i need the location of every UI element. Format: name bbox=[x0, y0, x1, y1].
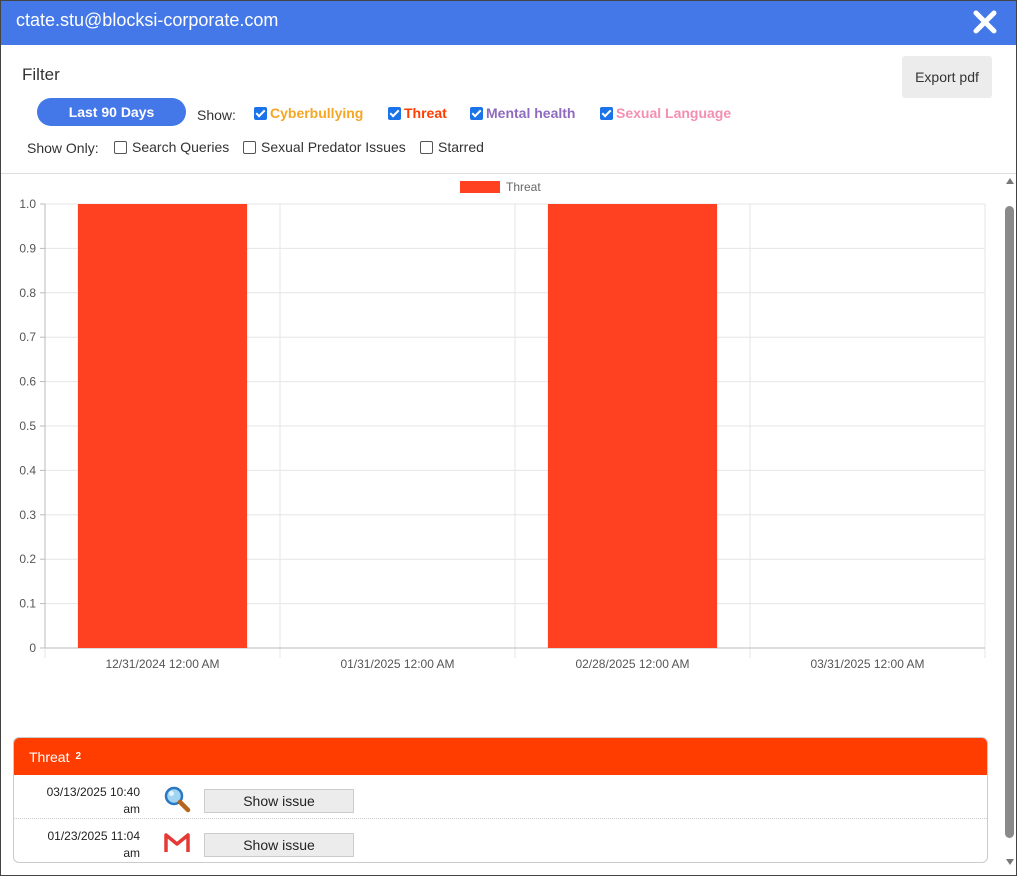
cyberbullying-label: Cyberbullying bbox=[270, 105, 364, 121]
gmail-icon bbox=[164, 833, 190, 852]
y-tick-label: 0.4 bbox=[19, 463, 36, 477]
scrollbar[interactable] bbox=[1003, 174, 1016, 869]
category-threat[interactable]: Threat bbox=[388, 105, 447, 121]
sexual-language-checkbox[interactable] bbox=[600, 106, 613, 120]
y-tick-label: 0.5 bbox=[19, 419, 36, 433]
issue-timestamp: 01/23/2025 11:04 am bbox=[34, 828, 140, 862]
chart-bar bbox=[547, 204, 718, 648]
x-tick-label: 01/31/2025 12:00 AM bbox=[340, 657, 454, 671]
threat-label: Threat bbox=[404, 105, 447, 121]
issue-date: 01/23/2025 11:04 bbox=[47, 829, 140, 843]
x-tick-label: 02/28/2025 12:00 AM bbox=[575, 657, 689, 671]
mental-health-checkbox[interactable] bbox=[470, 106, 483, 120]
filter-panel: Filter Export pdf Last 90 Days Show: Cyb… bbox=[1, 45, 1016, 173]
issue-ampm: am bbox=[123, 802, 140, 816]
search-queries-label: Search Queries bbox=[132, 139, 230, 155]
option-starred[interactable]: Starred bbox=[420, 139, 484, 155]
sexual-predator-label: Sexual Predator Issues bbox=[261, 139, 406, 155]
threat-bar-chart: 0 0.1 0.2 0.3 0.4 0.5 0.6 0.7 0.8 0.9 1.0 12/31/202… bbox=[19, 180, 986, 671]
y-tick-label: 0.8 bbox=[19, 286, 36, 300]
close-icon[interactable] bbox=[972, 9, 998, 35]
starred-checkbox[interactable] bbox=[420, 140, 433, 154]
category-sexual-language[interactable]: Sexual Language bbox=[600, 105, 731, 121]
show-issue-button[interactable]: Show issue bbox=[204, 833, 354, 857]
y-tick-label: 0.9 bbox=[19, 241, 36, 255]
search-icon bbox=[164, 786, 191, 813]
option-sexual-predator-issues[interactable]: Sexual Predator Issues bbox=[243, 139, 406, 155]
legend-swatch bbox=[460, 181, 500, 193]
mental-health-label: Mental health bbox=[486, 105, 576, 121]
legend-label: Threat bbox=[506, 180, 541, 194]
starred-label: Starred bbox=[438, 139, 484, 155]
date-range-button[interactable]: Last 90 Days bbox=[37, 98, 186, 126]
scrollbar-thumb[interactable] bbox=[1005, 206, 1014, 838]
search-queries-checkbox[interactable] bbox=[114, 140, 127, 154]
export-pdf-button[interactable]: Export pdf bbox=[902, 56, 992, 98]
scroll-up-arrow-icon[interactable] bbox=[1006, 178, 1014, 184]
category-cyberbullying[interactable]: Cyberbullying bbox=[254, 105, 363, 121]
y-tick-label: 0.6 bbox=[19, 375, 36, 389]
y-tick-label: 1.0 bbox=[19, 197, 36, 211]
issue-panel-header: Threat 2 bbox=[14, 738, 987, 775]
title-bar: ctate.stu@blocksi-corporate.com bbox=[1, 1, 1016, 45]
issue-panel-title: Threat bbox=[29, 748, 70, 765]
window-title: ctate.stu@blocksi-corporate.com bbox=[16, 10, 279, 30]
show-only-label: Show Only: bbox=[27, 140, 99, 156]
chart-bar bbox=[77, 204, 248, 648]
scroll-down-arrow-icon[interactable] bbox=[1006, 859, 1014, 865]
cyberbullying-checkbox[interactable] bbox=[254, 106, 267, 120]
issue-ampm: am bbox=[123, 846, 140, 860]
filter-title: Filter bbox=[22, 65, 60, 84]
issue-date: 03/13/2025 10:40 bbox=[46, 785, 140, 799]
x-tick-label: 03/31/2025 12:00 AM bbox=[810, 657, 924, 671]
issue-panel: Threat 2 03/13/2025 10:40 am Show issue … bbox=[13, 737, 988, 863]
sexual-predator-checkbox[interactable] bbox=[243, 140, 256, 154]
y-tick-label: 0.2 bbox=[19, 552, 36, 566]
category-mental-health[interactable]: Mental health bbox=[470, 105, 575, 121]
show-issue-button[interactable]: Show issue bbox=[204, 789, 354, 813]
y-tick-label: 0 bbox=[29, 641, 36, 655]
threat-checkbox[interactable] bbox=[388, 106, 401, 120]
x-tick-label: 12/31/2024 12:00 AM bbox=[105, 657, 219, 671]
show-label: Show: bbox=[197, 107, 236, 123]
y-tick-label: 0.3 bbox=[19, 508, 36, 522]
issue-count-badge: 2 bbox=[75, 751, 82, 762]
y-tick-label: 0.1 bbox=[19, 597, 36, 611]
issue-row: 03/13/2025 10:40 am Show issue bbox=[14, 775, 987, 819]
y-tick-label: 0.7 bbox=[19, 330, 36, 344]
report-dialog: ctate.stu@blocksi-corporate.com Filter E… bbox=[0, 0, 1017, 876]
option-search-queries[interactable]: Search Queries bbox=[114, 139, 229, 155]
issue-timestamp: 03/13/2025 10:40 am bbox=[34, 784, 140, 818]
sexual-language-label: Sexual Language bbox=[616, 105, 732, 121]
issue-row: 01/23/2025 11:04 am Show issue bbox=[14, 819, 987, 862]
